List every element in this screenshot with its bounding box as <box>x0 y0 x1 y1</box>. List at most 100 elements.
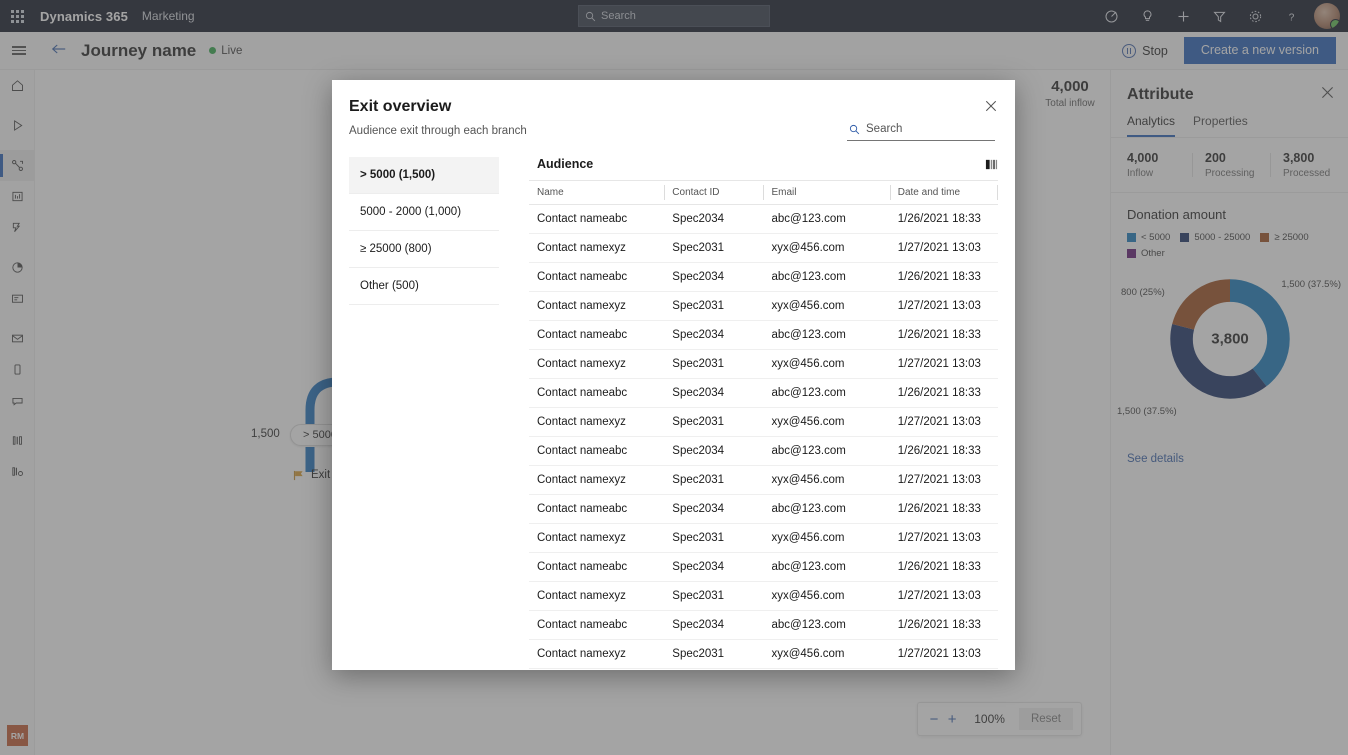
table-row[interactable]: Contact nameabc Spec2034 abc@123.com 1/26/2… <box>529 610 998 640</box>
table-cell: Contact namexyz <box>529 233 665 263</box>
table-row[interactable]: Contact nameabc Spec2034 abc@123.com 1/26/2… <box>529 552 998 582</box>
table-row[interactable]: Contact namexyz Spec2031 xyx@456.com 1/27/2… <box>529 639 998 669</box>
table-row[interactable]: Contact nameabc Spec2034 abc@123.com 1/26/2… <box>529 378 998 408</box>
table-cell: abc@123.com <box>763 552 890 582</box>
table-cell: Spec2034 <box>664 436 764 466</box>
table-row[interactable]: Contact namexyz Spec2031 xyx@456.com 1/27/2… <box>529 349 998 379</box>
table-cell: Spec2031 <box>664 233 764 263</box>
table-row[interactable]: Contact namexyz Spec2031 xyx@456.com 1/27/2… <box>529 233 998 263</box>
branch-list-item[interactable]: 5000 - 2000 (1,000) <box>349 194 499 231</box>
audience-table-scroll[interactable]: Name Contact ID Email Date and time Contact… <box>529 180 998 670</box>
table-cell: Contact nameabc <box>529 552 665 582</box>
table-cell: 1/26/2021 18:33 <box>889 552 998 582</box>
table-cell: 1/26/2021 18:33 <box>889 494 998 524</box>
table-cell: xyx@456.com <box>763 407 890 437</box>
table-cell: Contact nameabc <box>529 262 665 292</box>
column-settings-icon[interactable] <box>985 158 998 171</box>
table-cell: Contact namexyz <box>529 349 665 379</box>
table-row[interactable]: Contact namexyz Spec2031 xyx@456.com 1/27/2… <box>529 581 998 611</box>
table-cell: xyx@456.com <box>763 523 890 553</box>
audience-title: Audience <box>537 157 594 171</box>
table-header-row: Name Contact ID Email Date and time <box>529 180 998 205</box>
table-cell: 1/26/2021 18:33 <box>889 320 998 350</box>
audience-header: Audience <box>529 157 998 180</box>
table-row[interactable]: Contact namexyz Spec2031 xyx@456.com 1/27/2… <box>529 465 998 495</box>
close-icon[interactable] <box>981 96 1001 116</box>
table-column-header[interactable]: Contact ID <box>664 180 764 205</box>
search-icon <box>849 124 860 134</box>
table-cell: 1/27/2021 13:03 <box>889 581 998 611</box>
table-cell: abc@123.com <box>763 262 890 292</box>
table-cell: 1/26/2021 18:33 <box>889 204 998 234</box>
table-cell: Contact nameabc <box>529 204 665 234</box>
table-cell: 1/27/2021 13:03 <box>889 407 998 437</box>
table-cell: Contact nameabc <box>529 436 665 466</box>
table-cell: abc@123.com <box>763 436 890 466</box>
branch-list-item-label: 5000 - 2000 (1,000) <box>360 206 462 218</box>
table-cell: Spec2031 <box>664 639 764 669</box>
branch-list-item[interactable]: Other (500) <box>349 268 499 305</box>
table-cell: Spec2031 <box>664 291 764 321</box>
dialog-body: > 5000 (1,500) 5000 - 2000 (1,000) ≥ 25000… <box>332 137 1015 670</box>
table-cell: Contact namexyz <box>529 523 665 553</box>
table-row[interactable]: Contact nameabc Spec2034 abc@123.com 1/26/2… <box>529 436 998 466</box>
table-cell: 1/26/2021 18:33 <box>889 378 998 408</box>
table-row[interactable]: Contact nameabc Spec2034 abc@123.com 1/26/2… <box>529 204 998 234</box>
branch-list-item-label: > 5000 (1,500) <box>360 169 436 181</box>
table-cell: xyx@456.com <box>763 465 890 495</box>
table-cell: 1/27/2021 13:03 <box>889 639 998 669</box>
branch-list-item-label: Other (500) <box>360 280 419 292</box>
table-cell: 1/26/2021 18:33 <box>889 262 998 292</box>
table-cell: Spec2031 <box>664 407 764 437</box>
table-body: Contact nameabc Spec2034 abc@123.com 1/26/2… <box>529 204 998 669</box>
dialog-title: Exit overview <box>349 98 452 115</box>
table-cell: 1/27/2021 13:03 <box>889 349 998 379</box>
table-cell: Contact nameabc <box>529 610 665 640</box>
exit-overview-dialog: Exit overview Audience exit through each… <box>332 80 1015 670</box>
table-cell: abc@123.com <box>763 610 890 640</box>
table-row[interactable]: Contact nameabc Spec2034 abc@123.com 1/26/2… <box>529 262 998 292</box>
table-column-header[interactable]: Name <box>529 180 665 205</box>
branch-list-item-label: ≥ 25000 (800) <box>360 243 432 255</box>
table-cell: Spec2034 <box>664 378 764 408</box>
table-row[interactable]: Contact namexyz Spec2031 xyx@456.com 1/27/2… <box>529 291 998 321</box>
table-cell: Spec2034 <box>664 610 764 640</box>
table-cell: 1/27/2021 13:03 <box>889 523 998 553</box>
app-root: Dynamics 365 Marketing Search <box>0 0 1348 755</box>
table-column-header[interactable]: Date and time <box>889 180 998 205</box>
audience-section: Audience Name Contact ID Email Date and tim… <box>529 157 998 670</box>
table-cell: xyx@456.com <box>763 639 890 669</box>
table-cell: 1/26/2021 18:33 <box>889 610 998 640</box>
table-cell: Contact namexyz <box>529 407 665 437</box>
table-cell: 1/27/2021 13:03 <box>889 291 998 321</box>
branch-list-item[interactable]: > 5000 (1,500) <box>349 157 499 194</box>
table-cell: abc@123.com <box>763 378 890 408</box>
table-cell: abc@123.com <box>763 494 890 524</box>
table-cell: Spec2034 <box>664 320 764 350</box>
table-cell: 1/27/2021 13:03 <box>889 465 998 495</box>
table-cell: Spec2031 <box>664 349 764 379</box>
table-cell: xyx@456.com <box>763 233 890 263</box>
branch-list-item[interactable]: ≥ 25000 (800) <box>349 231 499 268</box>
branch-list: > 5000 (1,500) 5000 - 2000 (1,000) ≥ 25000… <box>349 157 499 670</box>
table-row[interactable]: Contact nameabc Spec2034 abc@123.com 1/26/2… <box>529 320 998 350</box>
dialog-search-input[interactable]: Search <box>847 120 995 141</box>
table-row[interactable]: Contact namexyz Spec2031 xyx@456.com 1/27/2… <box>529 407 998 437</box>
table-cell: 1/27/2021 13:03 <box>889 233 998 263</box>
table-cell: Contact nameabc <box>529 320 665 350</box>
table-cell: 1/26/2021 18:33 <box>889 436 998 466</box>
table-cell: xyx@456.com <box>763 581 890 611</box>
dialog-header: Exit overview Audience exit through each… <box>332 80 1015 141</box>
table-cell: Spec2034 <box>664 494 764 524</box>
table-cell: xyx@456.com <box>763 349 890 379</box>
table-row[interactable]: Contact nameabc Spec2034 abc@123.com 1/26/2… <box>529 494 998 524</box>
table-cell: abc@123.com <box>763 320 890 350</box>
table-cell: Contact nameabc <box>529 494 665 524</box>
table-cell: Contact namexyz <box>529 639 665 669</box>
table-cell: Contact nameabc <box>529 378 665 408</box>
table-column-header[interactable]: Email <box>763 180 890 205</box>
table-cell: xyx@456.com <box>763 291 890 321</box>
table-cell: Spec2034 <box>664 262 764 292</box>
table-row[interactable]: Contact namexyz Spec2031 xyx@456.com 1/27/2… <box>529 523 998 553</box>
table-cell: Spec2034 <box>664 552 764 582</box>
